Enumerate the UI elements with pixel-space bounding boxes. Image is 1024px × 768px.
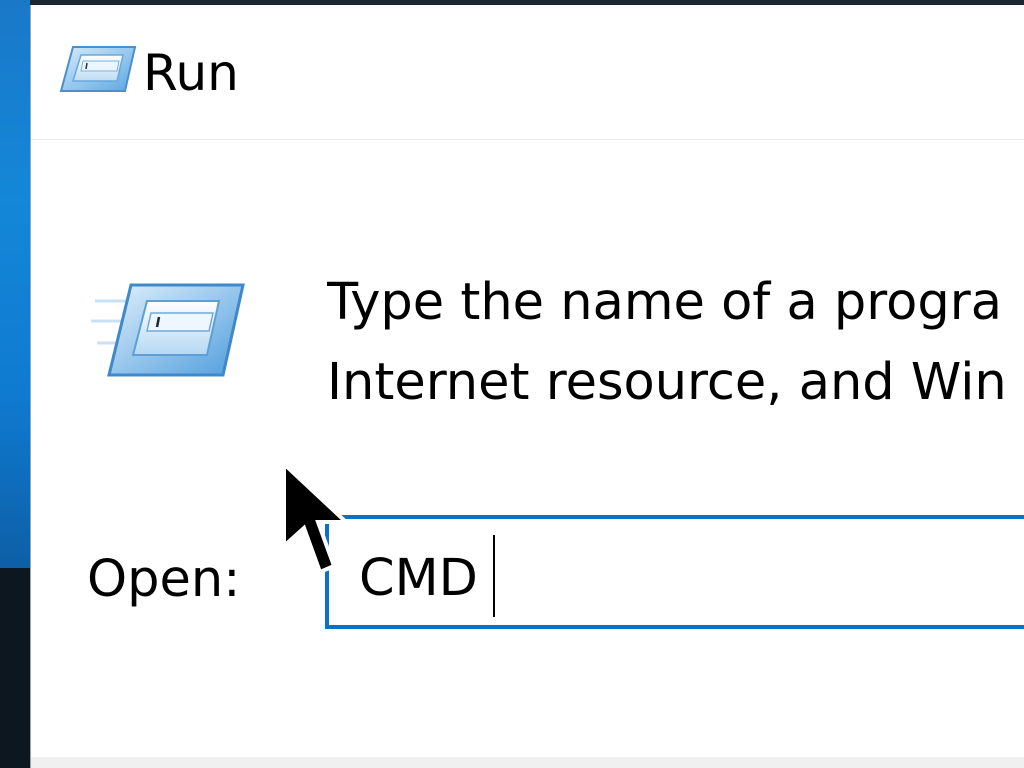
description-line: Internet resource, and Win: [327, 353, 1007, 412]
open-label: Open:: [87, 550, 241, 609]
run-icon: [91, 283, 245, 377]
taskbar-edge: [0, 568, 30, 768]
text-caret: [493, 535, 495, 617]
run-icon: [59, 46, 137, 92]
open-input[interactable]: CMD: [325, 515, 1024, 629]
window-title: Run: [143, 44, 239, 102]
run-dialog: Run Type the name of a progra Internet r…: [30, 5, 1024, 768]
open-input-value: CMD: [359, 549, 478, 608]
dialog-description: Type the name of a progra Internet resou…: [327, 263, 1024, 423]
description-line: Type the name of a progra: [327, 273, 1002, 332]
desktop-background: [0, 0, 30, 768]
desktop-wallpaper: [0, 0, 30, 568]
title-bar[interactable]: Run: [31, 5, 1024, 140]
button-area: [31, 757, 1024, 768]
arrow-cursor-icon: [282, 462, 352, 575]
